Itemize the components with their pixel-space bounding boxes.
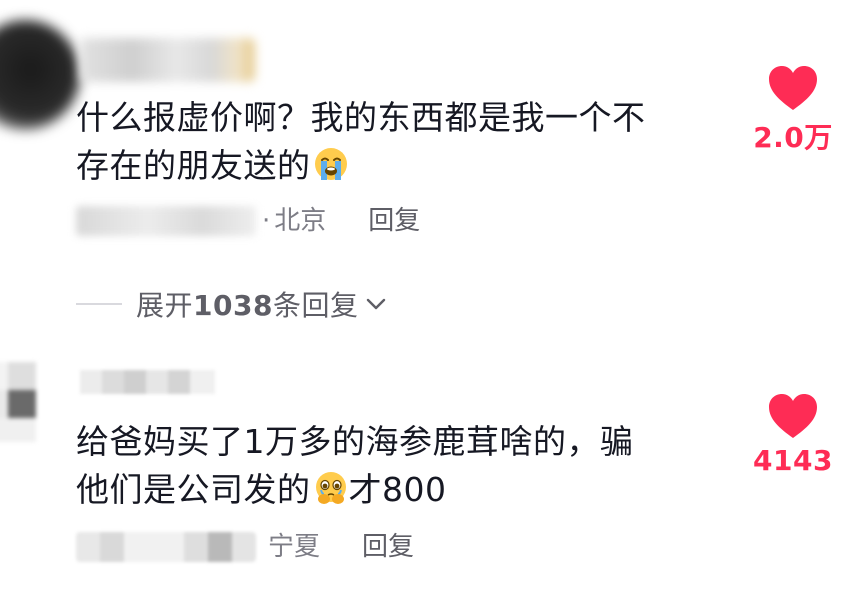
- comment-text: 给爸妈买了1万多的海参鹿茸啥的，骗 他们是公司发的 才800: [76, 418, 716, 514]
- reply-count: 1038: [193, 289, 273, 322]
- expand-prefix: 展开: [136, 289, 194, 322]
- location-label: 北京: [274, 205, 327, 236]
- expand-replies-label: 展开1038条回复: [136, 284, 358, 324]
- like-count: 4143: [753, 444, 833, 477]
- comment-meta: · 北京 回复: [76, 200, 420, 240]
- comment-list: 什么报虚价啊？我的东西都是我一个不 存在的朋友送的 · 北京 回复 2.0万 展…: [0, 0, 856, 600]
- comment-text-line: 什么报虚价啊？我的东西都是我一个不: [76, 98, 646, 137]
- reply-button[interactable]: 回复: [362, 527, 414, 567]
- username[interactable]: [80, 38, 255, 82]
- like-count: 2.0万: [753, 121, 833, 154]
- comment-text-line: 他们是公司发的 才800: [76, 466, 716, 514]
- expand-suffix: 条回复: [272, 289, 359, 322]
- avatar[interactable]: [0, 20, 80, 130]
- loudly-crying-face-emoji-icon: [314, 148, 347, 180]
- chevron-down-icon: [367, 298, 386, 310]
- comment-text-line: 存在的朋友送的: [76, 142, 716, 190]
- comment-item: 什么报虚价啊？我的东西都是我一个不 存在的朋友送的 · 北京 回复 2.0万 展…: [0, 0, 856, 322]
- divider: [76, 303, 122, 305]
- avatar[interactable]: [0, 362, 60, 442]
- timestamp-blurred: [76, 205, 256, 236]
- comment-item: 给爸妈买了1万多的海参鹿茸啥的，骗 他们是公司发的 才800 宁夏 回复 414…: [0, 340, 856, 600]
- expand-replies-button[interactable]: 展开1038条回复: [76, 284, 388, 324]
- heart-icon[interactable]: [767, 392, 819, 440]
- heart-icon[interactable]: [767, 64, 819, 112]
- reply-button[interactable]: 回复: [368, 201, 420, 241]
- username[interactable]: [80, 370, 215, 394]
- face-holding-back-tears-emoji-icon: [315, 472, 346, 504]
- comment-text-segment: 存在的朋友送的: [76, 146, 311, 185]
- comment-meta: 宁夏 回复: [76, 526, 414, 566]
- like-widget[interactable]: 4143: [748, 392, 838, 477]
- like-widget[interactable]: 2.0万: [748, 64, 838, 156]
- separator-dot: ·: [262, 205, 271, 236]
- comment-text-line: 给爸妈买了1万多的海参鹿茸啥的，骗: [76, 422, 634, 461]
- location-label: 宁夏: [268, 531, 321, 562]
- comment-text-segment: 才800: [348, 470, 447, 509]
- comment-text-segment: 他们是公司发的: [76, 470, 311, 509]
- timestamp-blurred: [76, 531, 256, 562]
- comment-text: 什么报虚价啊？我的东西都是我一个不 存在的朋友送的: [76, 94, 716, 190]
